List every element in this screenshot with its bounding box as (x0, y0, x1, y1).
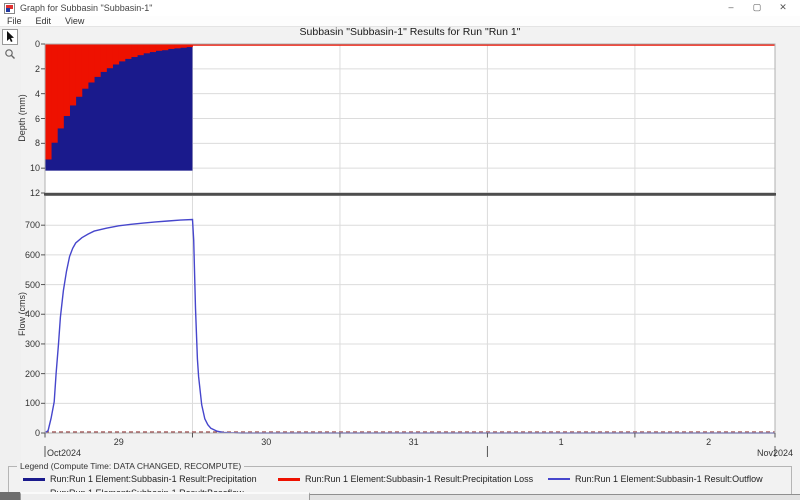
precipitation-loss-bar (82, 44, 89, 89)
precipitation-loss-bar (57, 44, 64, 128)
x-axis-month-left: Oct2024 (47, 448, 81, 458)
precipitation-loss-bar (100, 44, 107, 72)
precipitation-swatch (23, 478, 45, 481)
top-y-tick-label: 12 (0, 188, 40, 198)
precipitation-loss-bar (143, 44, 150, 53)
bottom-y-tick-label: 700 (0, 220, 40, 230)
bottom-y-tick-label: 100 (0, 398, 40, 408)
bottom-y-tick-label: 300 (0, 339, 40, 349)
top-y-tick-label: 10 (0, 163, 40, 173)
charts-plot-area[interactable] (0, 0, 800, 500)
precipitation-loss-bar (70, 44, 77, 105)
precipitation-loss-bar (125, 44, 132, 59)
precipitation-loss-bar (174, 44, 181, 48)
top-y-tick-label: 8 (0, 138, 40, 148)
x-axis-month-right: Nov2024 (713, 448, 793, 458)
precipitation-loss-bar (149, 44, 156, 52)
background-window-corner (0, 492, 20, 500)
background-window-edge (20, 492, 310, 500)
legend-entry-precipitation-loss: Run:Run 1 Element:Subbasin-1 Result:Prec… (278, 474, 533, 484)
x-day-label: 29 (99, 437, 139, 447)
legend-entry-precipitation: Run:Run 1 Element:Subbasin-1 Result:Prec… (23, 474, 257, 484)
outflow-swatch (548, 478, 570, 480)
precipitation-loss-bar (88, 44, 95, 82)
x-day-label: 2 (689, 437, 729, 447)
precipitation-loss-bar (180, 44, 187, 48)
top-y-tick-label: 2 (0, 64, 40, 74)
legend-label: Run:Run 1 Element:Subbasin-1 Result:Outf… (575, 474, 763, 484)
top-y-tick-label: 4 (0, 89, 40, 99)
legend-title: Legend (Compute Time: DATA CHANGED, RECO… (17, 461, 244, 471)
background-window-edge-2 (310, 494, 800, 500)
precipitation-loss-bar (63, 44, 70, 116)
bottom-y-tick-label: 200 (0, 369, 40, 379)
x-day-label: 31 (394, 437, 434, 447)
legend-label: Run:Run 1 Element:Subbasin-1 Result:Prec… (50, 474, 257, 484)
bottom-y-tick-label: 500 (0, 280, 40, 290)
bottom-y-tick-label: 0 (0, 428, 40, 438)
legend-entry-outflow: Run:Run 1 Element:Subbasin-1 Result:Outf… (548, 474, 763, 484)
bottom-y-tick-label: 600 (0, 250, 40, 260)
top-y-tick-label: 6 (0, 114, 40, 124)
x-day-label: 1 (541, 437, 581, 447)
precipitation-loss-bar (162, 44, 169, 50)
precipitation-loss-bar (156, 44, 163, 51)
bottom-y-tick-label: 400 (0, 309, 40, 319)
graph-window: Graph for Subbasin "Subbasin-1" – ▢ ✕ Fi… (0, 0, 800, 500)
precipitation-loss-bar (94, 44, 101, 77)
precipitation-loss-bar (137, 44, 144, 55)
precipitation-loss-bar (119, 44, 126, 61)
precipitation-loss-bar (76, 44, 83, 97)
legend-label: Run:Run 1 Element:Subbasin-1 Result:Prec… (305, 474, 533, 484)
precipitation-loss-bar (113, 44, 120, 64)
precipitation-loss-swatch (278, 478, 300, 481)
x-day-label: 30 (246, 437, 286, 447)
precipitation-loss-bar (106, 44, 113, 68)
precipitation-loss-bar (51, 44, 58, 143)
precipitation-loss-bar (131, 44, 138, 57)
top-y-tick-label: 0 (0, 39, 40, 49)
precipitation-loss-bar (45, 44, 52, 159)
precipitation-loss-bar (168, 44, 175, 49)
